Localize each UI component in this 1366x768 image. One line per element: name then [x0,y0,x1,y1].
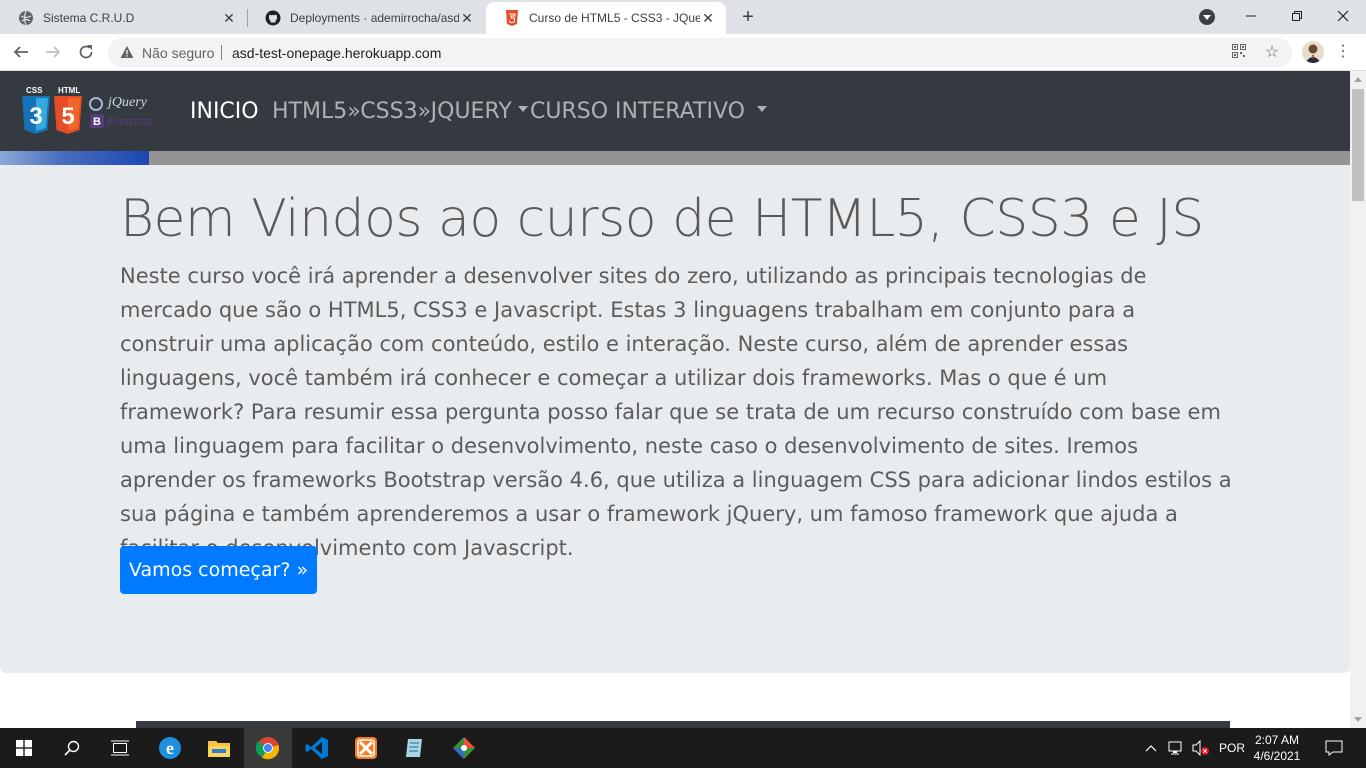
start-icon[interactable] [0,728,48,768]
tab-sistema-crud[interactable]: Sistema C.R.U.D ✕ [0,2,247,34]
input-language-indicator[interactable]: POR [1219,728,1245,768]
reload-icon[interactable] [73,39,99,65]
scrollbar-thumb[interactable] [1352,89,1364,201]
web-page: CSS HTML 3 5 jQuery B Bootstrap INICIO H… [0,71,1350,728]
search-icon[interactable] [48,728,96,768]
volume-muted-icon[interactable] [1192,728,1210,768]
avatar[interactable] [1302,41,1324,63]
edge-icon[interactable]: e [146,728,194,768]
logo-jquery-text: jQuery [106,95,148,110]
caret-down-icon [756,106,767,112]
tab-title: Curso de HTML5 - CSS3 - JQuery [529,11,700,25]
vscode-icon[interactable] [293,728,341,768]
forward-icon[interactable] [40,39,66,65]
tab-title: Deployments · ademirrocha/asd- [290,11,459,25]
kebab-menu-icon[interactable]: ⋮ [1335,41,1351,63]
site-navbar: CSS HTML 3 5 jQuery B Bootstrap INICIO H… [0,71,1350,151]
nav-link-label: CURSO INTERATIVO [530,99,745,124]
nav-dropdown-html5-css3-jquery[interactable]: HTML5»CSS3»JQUERY [272,99,528,124]
divider [221,45,222,60]
minimize-button[interactable] [1228,0,1274,32]
tab-deployments[interactable]: Deployments · ademirrocha/asd- ✕ [247,2,485,34]
svg-text:3: 3 [29,103,42,130]
hero-title: Bem Vindos ao curso de HTML5, CSS3 e JS [120,189,1204,249]
clock-date: 4/6/2021 [1253,749,1301,763]
windows-taskbar: e POR 2:07 AM 4/6/2021 [0,728,1366,768]
notifications-icon[interactable] [1325,728,1343,768]
address-bar[interactable]: Não seguro asd-test-onepage.herokuapp.co… [108,38,1292,67]
hero-jumbotron: Bem Vindos ao curso de HTML5, CSS3 e JS … [0,165,1350,673]
nav-dropdown-curso-interativo[interactable]: CURSO INTERATIVO [530,99,767,124]
start-course-button[interactable]: Vamos começar? » [120,546,317,594]
system-clock[interactable]: 2:07 AM 4/6/2021 [1252,732,1302,764]
logo-html-text: HTML [58,86,80,95]
caret-down-icon [517,106,528,112]
github-icon [265,10,281,26]
notepad-icon[interactable] [391,728,439,768]
xampp-icon[interactable] [342,728,390,768]
globe-icon [18,10,34,26]
close-icon[interactable]: ✕ [221,10,237,26]
next-section-edge [136,721,1230,728]
new-tab-button[interactable]: + [737,7,759,29]
html5-icon [504,10,520,26]
scroll-up-arrow-icon[interactable] [1354,77,1362,82]
clock-time: 2:07 AM [1254,733,1300,747]
file-explorer-icon[interactable] [195,728,243,768]
task-view-icon[interactable] [96,728,144,768]
site-logo[interactable]: CSS HTML 3 5 jQuery B Bootstrap [20,86,166,136]
reading-progress-bar [0,151,1350,165]
nav-link-label: HTML5»CSS3»JQUERY [272,99,512,124]
back-icon[interactable] [8,39,34,65]
qr-code-icon[interactable] [1230,44,1248,62]
chrome-icon[interactable] [244,728,292,768]
security-status[interactable]: Não seguro [142,45,214,61]
reading-progress-fill [0,151,149,165]
close-window-button[interactable] [1320,0,1366,32]
nav-link-inicio[interactable]: INICIO [190,99,259,124]
tab-search-dropdown-icon[interactable] [1199,9,1215,25]
scroll-down-arrow-icon[interactable] [1354,717,1362,722]
git-icon[interactable] [440,728,488,768]
url-text[interactable]: asd-test-onepage.herokuapp.com [232,45,441,61]
network-icon[interactable] [1168,728,1186,768]
nav-link-label: INICIO [190,99,259,124]
svg-text:e: e [166,738,174,758]
logo-css-text: CSS [26,86,43,95]
svg-text:B: B [93,116,101,128]
warning-icon[interactable] [120,45,134,59]
page-scrollbar[interactable] [1350,71,1366,728]
browser-toolbar: Não seguro asd-test-onepage.herokuapp.co… [0,34,1366,71]
svg-text:5: 5 [61,103,74,130]
restore-button[interactable] [1274,0,1320,32]
show-hidden-icons-icon[interactable] [1145,728,1157,768]
bookmark-star-icon[interactable]: ☆ [1263,44,1281,62]
tab-curso-html5[interactable]: Curso de HTML5 - CSS3 - JQuery ✕ [486,2,726,34]
close-icon[interactable]: ✕ [700,10,716,26]
hero-text: Neste curso você irá aprender a desenvol… [120,264,1232,560]
tab-title: Sistema C.R.U.D [43,11,135,25]
browser-tab-strip: Sistema C.R.U.D ✕ Deployments · ademirro… [0,0,1366,34]
logo-bootstrap-text: Bootstrap [106,116,153,128]
close-icon[interactable]: ✕ [459,10,475,26]
